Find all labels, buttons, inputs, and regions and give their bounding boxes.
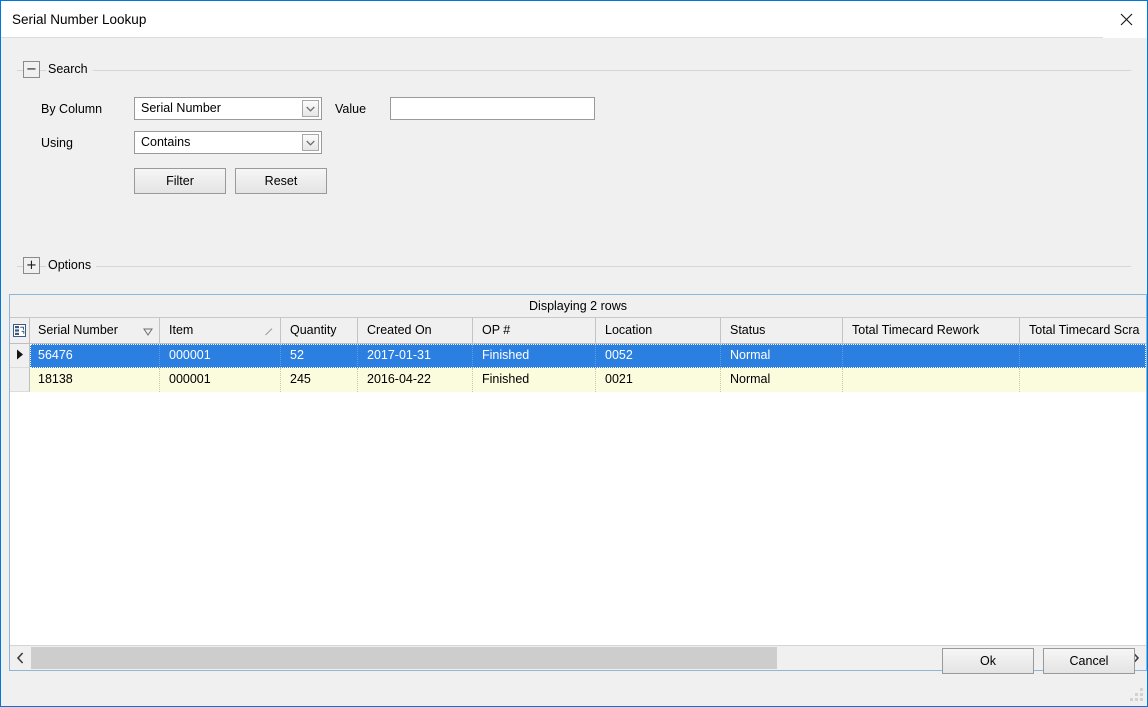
table-cell-text: Normal (730, 348, 771, 362)
column-header-label: Quantity (290, 323, 337, 337)
table-cell[interactable]: 000001 (161, 368, 281, 392)
table-cell-text: 52 (290, 348, 304, 362)
table-cell[interactable]: Finished (474, 368, 596, 392)
table-cell[interactable] (844, 368, 1020, 392)
scrollbar-thumb[interactable] (31, 647, 777, 669)
table-cell-text: 2017-01-31 (367, 348, 431, 362)
table-cell-text: 0052 (605, 348, 633, 362)
column-header-label: Serial Number (38, 323, 118, 337)
by-column-select-value: Serial Number (141, 101, 221, 115)
select-all-icon[interactable] (10, 318, 30, 343)
table-cell-text: 18138 (38, 372, 73, 386)
table-cell-text: 2016-04-22 (367, 372, 431, 386)
chevron-down-icon[interactable] (302, 100, 319, 117)
title-bar: Serial Number Lookup (1, 0, 1147, 38)
table-cell[interactable]: 0052 (597, 344, 721, 368)
page-title: Serial Number Lookup (12, 12, 147, 27)
table-cell[interactable]: Finished (474, 344, 596, 368)
resize-grip[interactable] (1129, 687, 1145, 703)
ok-button[interactable]: Ok (942, 648, 1034, 674)
column-header-label: Total Timecard Scra (1029, 323, 1140, 337)
column-header-total-timecard-scra[interactable]: Total Timecard Scra (1021, 318, 1146, 343)
minus-icon: − (26, 62, 37, 77)
using-select-value: Contains (141, 135, 191, 149)
table-cell[interactable]: Normal (722, 344, 843, 368)
table-cell[interactable]: 2016-04-22 (359, 368, 473, 392)
column-header-label: Created On (367, 323, 432, 337)
grid-header-row: Serial Number Item Quantity Created On OP # L… (10, 318, 1146, 344)
value-label: Value (335, 102, 367, 116)
options-group-toggle[interactable]: + (23, 257, 40, 274)
search-group: − Search By Column Serial Number Value U… (17, 54, 1131, 246)
reset-button[interactable]: Reset (235, 168, 327, 194)
filter-button[interactable]: Filter (134, 168, 226, 194)
column-header-created-on[interactable]: Created On (359, 318, 473, 343)
column-header-label: Location (605, 323, 653, 337)
column-header-total-timecard-rework[interactable]: Total Timecard Rework (844, 318, 1020, 343)
table-cell[interactable] (1021, 344, 1146, 368)
column-header-location[interactable]: Location (597, 318, 721, 343)
table-cell-text: 245 (290, 372, 311, 386)
sort-descending-icon (143, 325, 153, 336)
client-area: − Search By Column Serial Number Value U… (1, 38, 1147, 705)
chevron-down-icon[interactable] (302, 134, 319, 151)
table-cell[interactable]: 52 (282, 344, 358, 368)
table-cell-text: 0021 (605, 372, 633, 386)
value-input[interactable] (391, 98, 594, 119)
table-cell-text: 56476 (38, 348, 73, 362)
table-cell[interactable]: 18138 (30, 368, 160, 392)
table-cell-text: Normal (730, 372, 771, 386)
by-column-label: By Column (41, 102, 103, 116)
plus-icon: + (26, 258, 37, 273)
column-header-op[interactable]: OP # (474, 318, 596, 343)
table-cell[interactable]: 245 (282, 368, 358, 392)
table-cell[interactable]: 0021 (597, 368, 721, 392)
column-header-serial-number[interactable]: Serial Number (30, 318, 160, 343)
row-selector[interactable] (10, 368, 30, 392)
options-group-divider (17, 266, 1131, 267)
column-header-status[interactable]: Status (722, 318, 843, 343)
column-header-label: Status (730, 323, 766, 337)
dialog-window: Serial Number Lookup − Search By Column … (0, 0, 1148, 707)
options-group: + Options (17, 250, 1131, 276)
table-cell[interactable] (1021, 368, 1146, 392)
search-group-label: Search (46, 62, 93, 76)
column-header-label: Total Timecard Rework (852, 323, 980, 337)
table-cell[interactable]: 2017-01-31 (359, 344, 473, 368)
value-input-wrap[interactable] (390, 97, 595, 120)
grid-caption: Displaying 2 rows (10, 295, 1146, 318)
using-label: Using (41, 136, 73, 150)
search-group-toggle[interactable]: − (23, 61, 40, 78)
close-button[interactable] (1103, 1, 1147, 38)
results-grid: Displaying 2 rows Serial Number Item Quant… (9, 294, 1147, 671)
table-cell[interactable]: 000001 (161, 344, 281, 368)
table-cell-text: 000001 (169, 348, 211, 362)
row-selector[interactable] (10, 344, 30, 368)
current-row-arrow-icon (16, 349, 24, 363)
options-group-label: Options (46, 258, 97, 272)
table-cell-text: Finished (482, 372, 530, 386)
column-header-item[interactable]: Item (161, 318, 281, 343)
table-cell[interactable] (844, 344, 1020, 368)
by-column-select[interactable]: Serial Number (134, 97, 322, 120)
column-header-quantity[interactable]: Quantity (282, 318, 358, 343)
sort-ascending-icon (264, 325, 274, 336)
search-group-divider (17, 70, 1131, 71)
table-row[interactable]: 56476 000001 52 2017-01-31 Finished 0052 Norma… (10, 344, 1146, 368)
using-select[interactable]: Contains (134, 131, 322, 154)
chevron-left-icon[interactable] (10, 646, 31, 670)
column-header-label: Item (169, 323, 194, 337)
table-row[interactable]: 18138 000001 245 2016-04-22 Finished 0021 Norm… (10, 368, 1146, 392)
table-cell[interactable]: Normal (722, 368, 843, 392)
table-cell[interactable]: 56476 (30, 344, 160, 368)
grid-body: 56476 000001 52 2017-01-31 Finished 0052 Norma… (10, 344, 1146, 644)
column-header-label: OP # (482, 323, 511, 337)
table-cell-text: 000001 (169, 372, 211, 386)
table-cell-text: Finished (482, 348, 530, 362)
cancel-button[interactable]: Cancel (1043, 648, 1135, 674)
close-icon (1120, 13, 1133, 26)
